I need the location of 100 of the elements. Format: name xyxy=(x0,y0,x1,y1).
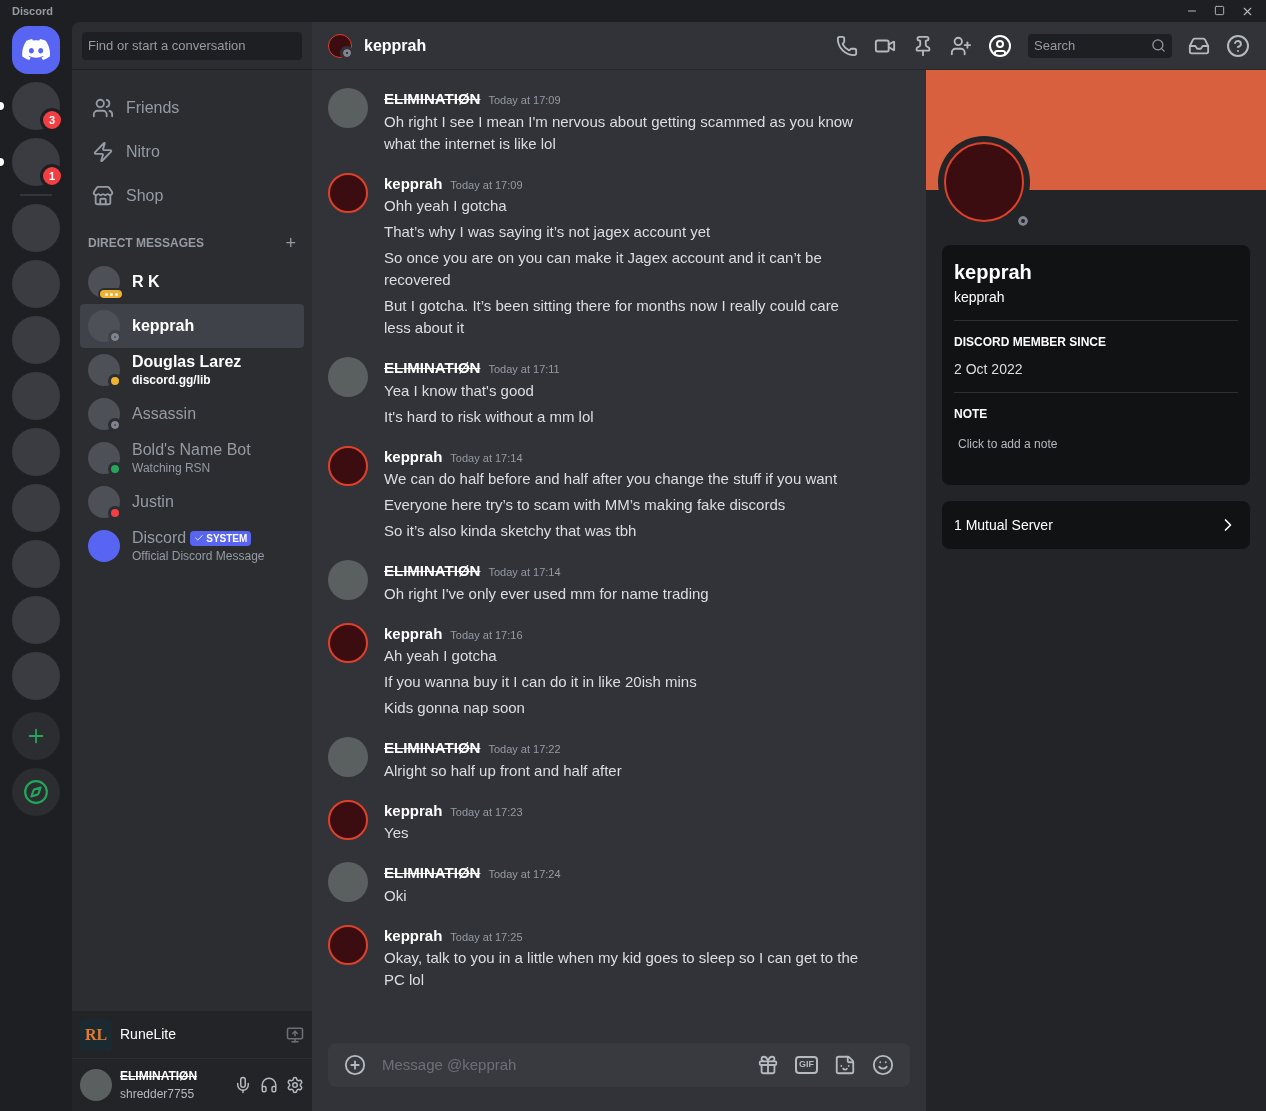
message-text: If you wanna buy it I can do it in like 20ish mins xyxy=(384,672,697,692)
section-header: DIRECT MESSAGES xyxy=(88,235,204,252)
dm-name: Discord xyxy=(132,528,187,548)
sticker-icon[interactable] xyxy=(834,1054,856,1076)
user-profile-icon[interactable] xyxy=(988,33,1012,58)
dm-item[interactable]: R K xyxy=(80,260,304,304)
note-field[interactable]: Click to add a note xyxy=(954,435,1238,453)
help-icon[interactable] xyxy=(1226,33,1250,58)
message-author[interactable]: ELIMINATIØN xyxy=(384,862,481,885)
avatar xyxy=(88,398,120,430)
nav-item[interactable]: Shop xyxy=(80,174,304,218)
message-text: It's hard to risk without a mm lol xyxy=(384,406,594,427)
dm-item[interactable]: kepprah xyxy=(80,304,304,348)
add-dm-button[interactable]: + xyxy=(285,234,296,252)
message-text: We can do half before and half after you change the stuff if you want xyxy=(384,469,838,489)
maximize-icon[interactable] xyxy=(1214,4,1225,16)
message-author[interactable]: kepprah xyxy=(384,799,443,822)
avatar[interactable] xyxy=(80,1069,112,1101)
recipient-name: kepprah xyxy=(364,35,428,56)
avatar[interactable] xyxy=(328,924,368,965)
message-text: But I gotcha. It’s been sitting there for months now I really could care less about it xyxy=(384,296,840,338)
plus-icon[interactable] xyxy=(344,1054,366,1076)
dm-name: Douglas Larez xyxy=(132,352,242,372)
member-since-date: 2 Oct 2022 xyxy=(954,360,1024,379)
message-text: Yes xyxy=(384,823,410,843)
message-author[interactable]: kepprah xyxy=(384,622,443,645)
explore-button[interactable] xyxy=(12,768,60,816)
dm-item[interactable]: Discord SYSTEM Official Discord Message xyxy=(80,524,304,568)
dm-subtitle: discord.gg/lib xyxy=(132,372,212,388)
avatar xyxy=(88,310,120,342)
message-time: Today at 17:24 xyxy=(488,867,561,882)
avatar[interactable] xyxy=(328,862,368,902)
emoji-icon[interactable] xyxy=(872,1054,894,1076)
message-author[interactable]: kepprah xyxy=(384,172,443,195)
gift-icon[interactable] xyxy=(757,1054,779,1076)
settings-icon[interactable] xyxy=(286,1076,304,1094)
notification-badge: 1 xyxy=(40,164,64,188)
message-time: Today at 17:11 xyxy=(488,362,560,377)
message-author[interactable]: kepprah xyxy=(384,445,443,468)
search-field[interactable]: Search xyxy=(1028,33,1172,58)
avatar[interactable] xyxy=(328,172,368,213)
dm-item[interactable]: Douglas Larez discord.gg/lib xyxy=(80,348,304,392)
check-icon xyxy=(194,533,205,543)
mutual-servers-button[interactable]: 1 Mutual Server xyxy=(942,501,1250,549)
add-user-icon[interactable] xyxy=(950,34,972,57)
message-time: Today at 17:25 xyxy=(450,929,523,945)
avatar[interactable] xyxy=(328,799,368,840)
avatar[interactable] xyxy=(328,737,368,777)
avatar xyxy=(88,354,120,386)
avatar[interactable] xyxy=(328,560,368,600)
profile-username: kepprah xyxy=(954,288,1006,307)
section-label: DISCORD MEMBER SINCE xyxy=(954,334,1107,351)
dm-item[interactable]: Justin xyxy=(80,480,304,524)
store-icon xyxy=(92,185,114,207)
search-field[interactable]: Find or start a conversation xyxy=(82,31,302,60)
message-author[interactable]: ELIMINATIØN xyxy=(384,737,481,760)
message-author[interactable]: kepprah xyxy=(384,924,443,947)
avatar xyxy=(88,486,120,518)
message-text: So it’s also kinda sketchy that was tbh xyxy=(384,521,638,541)
microphone-icon[interactable] xyxy=(234,1076,252,1094)
avatar[interactable] xyxy=(328,445,368,486)
notification-badge: 3 xyxy=(40,108,64,132)
dm-item[interactable]: Assassin xyxy=(80,392,304,436)
message-time: Today at 17:22 xyxy=(488,742,561,757)
avatar[interactable] xyxy=(328,622,368,663)
nav-item[interactable]: Nitro xyxy=(80,130,304,174)
share-screen-icon[interactable] xyxy=(286,1025,304,1044)
dm-name: R K xyxy=(132,272,160,292)
message-author[interactable]: ELIMINATIØN xyxy=(384,560,481,583)
message-time: Today at 17:09 xyxy=(488,93,561,108)
message-time: Today at 17:16 xyxy=(450,627,523,643)
friends-icon xyxy=(92,97,114,119)
discord-logo-icon xyxy=(22,39,50,61)
add-server-button[interactable] xyxy=(12,712,60,760)
message-text: Everyone here try’s to scam with MM’s making fake discords xyxy=(384,495,787,515)
dm-subtitle: Official Discord Message xyxy=(132,548,265,564)
profile-display-name: kepprah xyxy=(954,260,1033,285)
message-author[interactable]: ELIMINATIØN xyxy=(384,88,481,111)
search-icon xyxy=(1151,38,1166,53)
phone-icon[interactable] xyxy=(836,34,858,57)
message-time: Today at 17:14 xyxy=(488,565,561,580)
message-author[interactable]: ELIMINATIØN xyxy=(384,357,481,380)
avatar xyxy=(88,442,120,474)
dm-item[interactable]: Bold's Name Bot Watching RSN xyxy=(80,436,304,480)
message-text: Yea I know that's good xyxy=(384,380,535,401)
message-text: So once you are on you can make it Jagex account and it can’t be recovered xyxy=(384,248,823,290)
nav-item[interactable]: Friends xyxy=(80,86,304,130)
message-text: Oh right I see I mean I'm nervous about getting scammed as you know what the internet is like lol xyxy=(384,111,854,154)
home-button[interactable] xyxy=(12,26,60,74)
avatar[interactable] xyxy=(328,357,368,397)
headphones-icon[interactable] xyxy=(260,1076,278,1094)
message-text: Alright so half up front and half after xyxy=(384,760,622,781)
dm-subtitle: Watching RSN xyxy=(132,460,212,476)
message-time: Today at 17:09 xyxy=(450,177,523,193)
user-handle: shredder7755 xyxy=(120,1086,196,1103)
gif-button[interactable]: GIF xyxy=(795,1056,818,1074)
lightning-icon xyxy=(92,141,114,163)
avatar[interactable] xyxy=(328,88,368,128)
message-input[interactable]: Message @kepprah GIF xyxy=(328,1043,910,1087)
user-display-name: ELIMINATIØN xyxy=(120,1068,199,1085)
